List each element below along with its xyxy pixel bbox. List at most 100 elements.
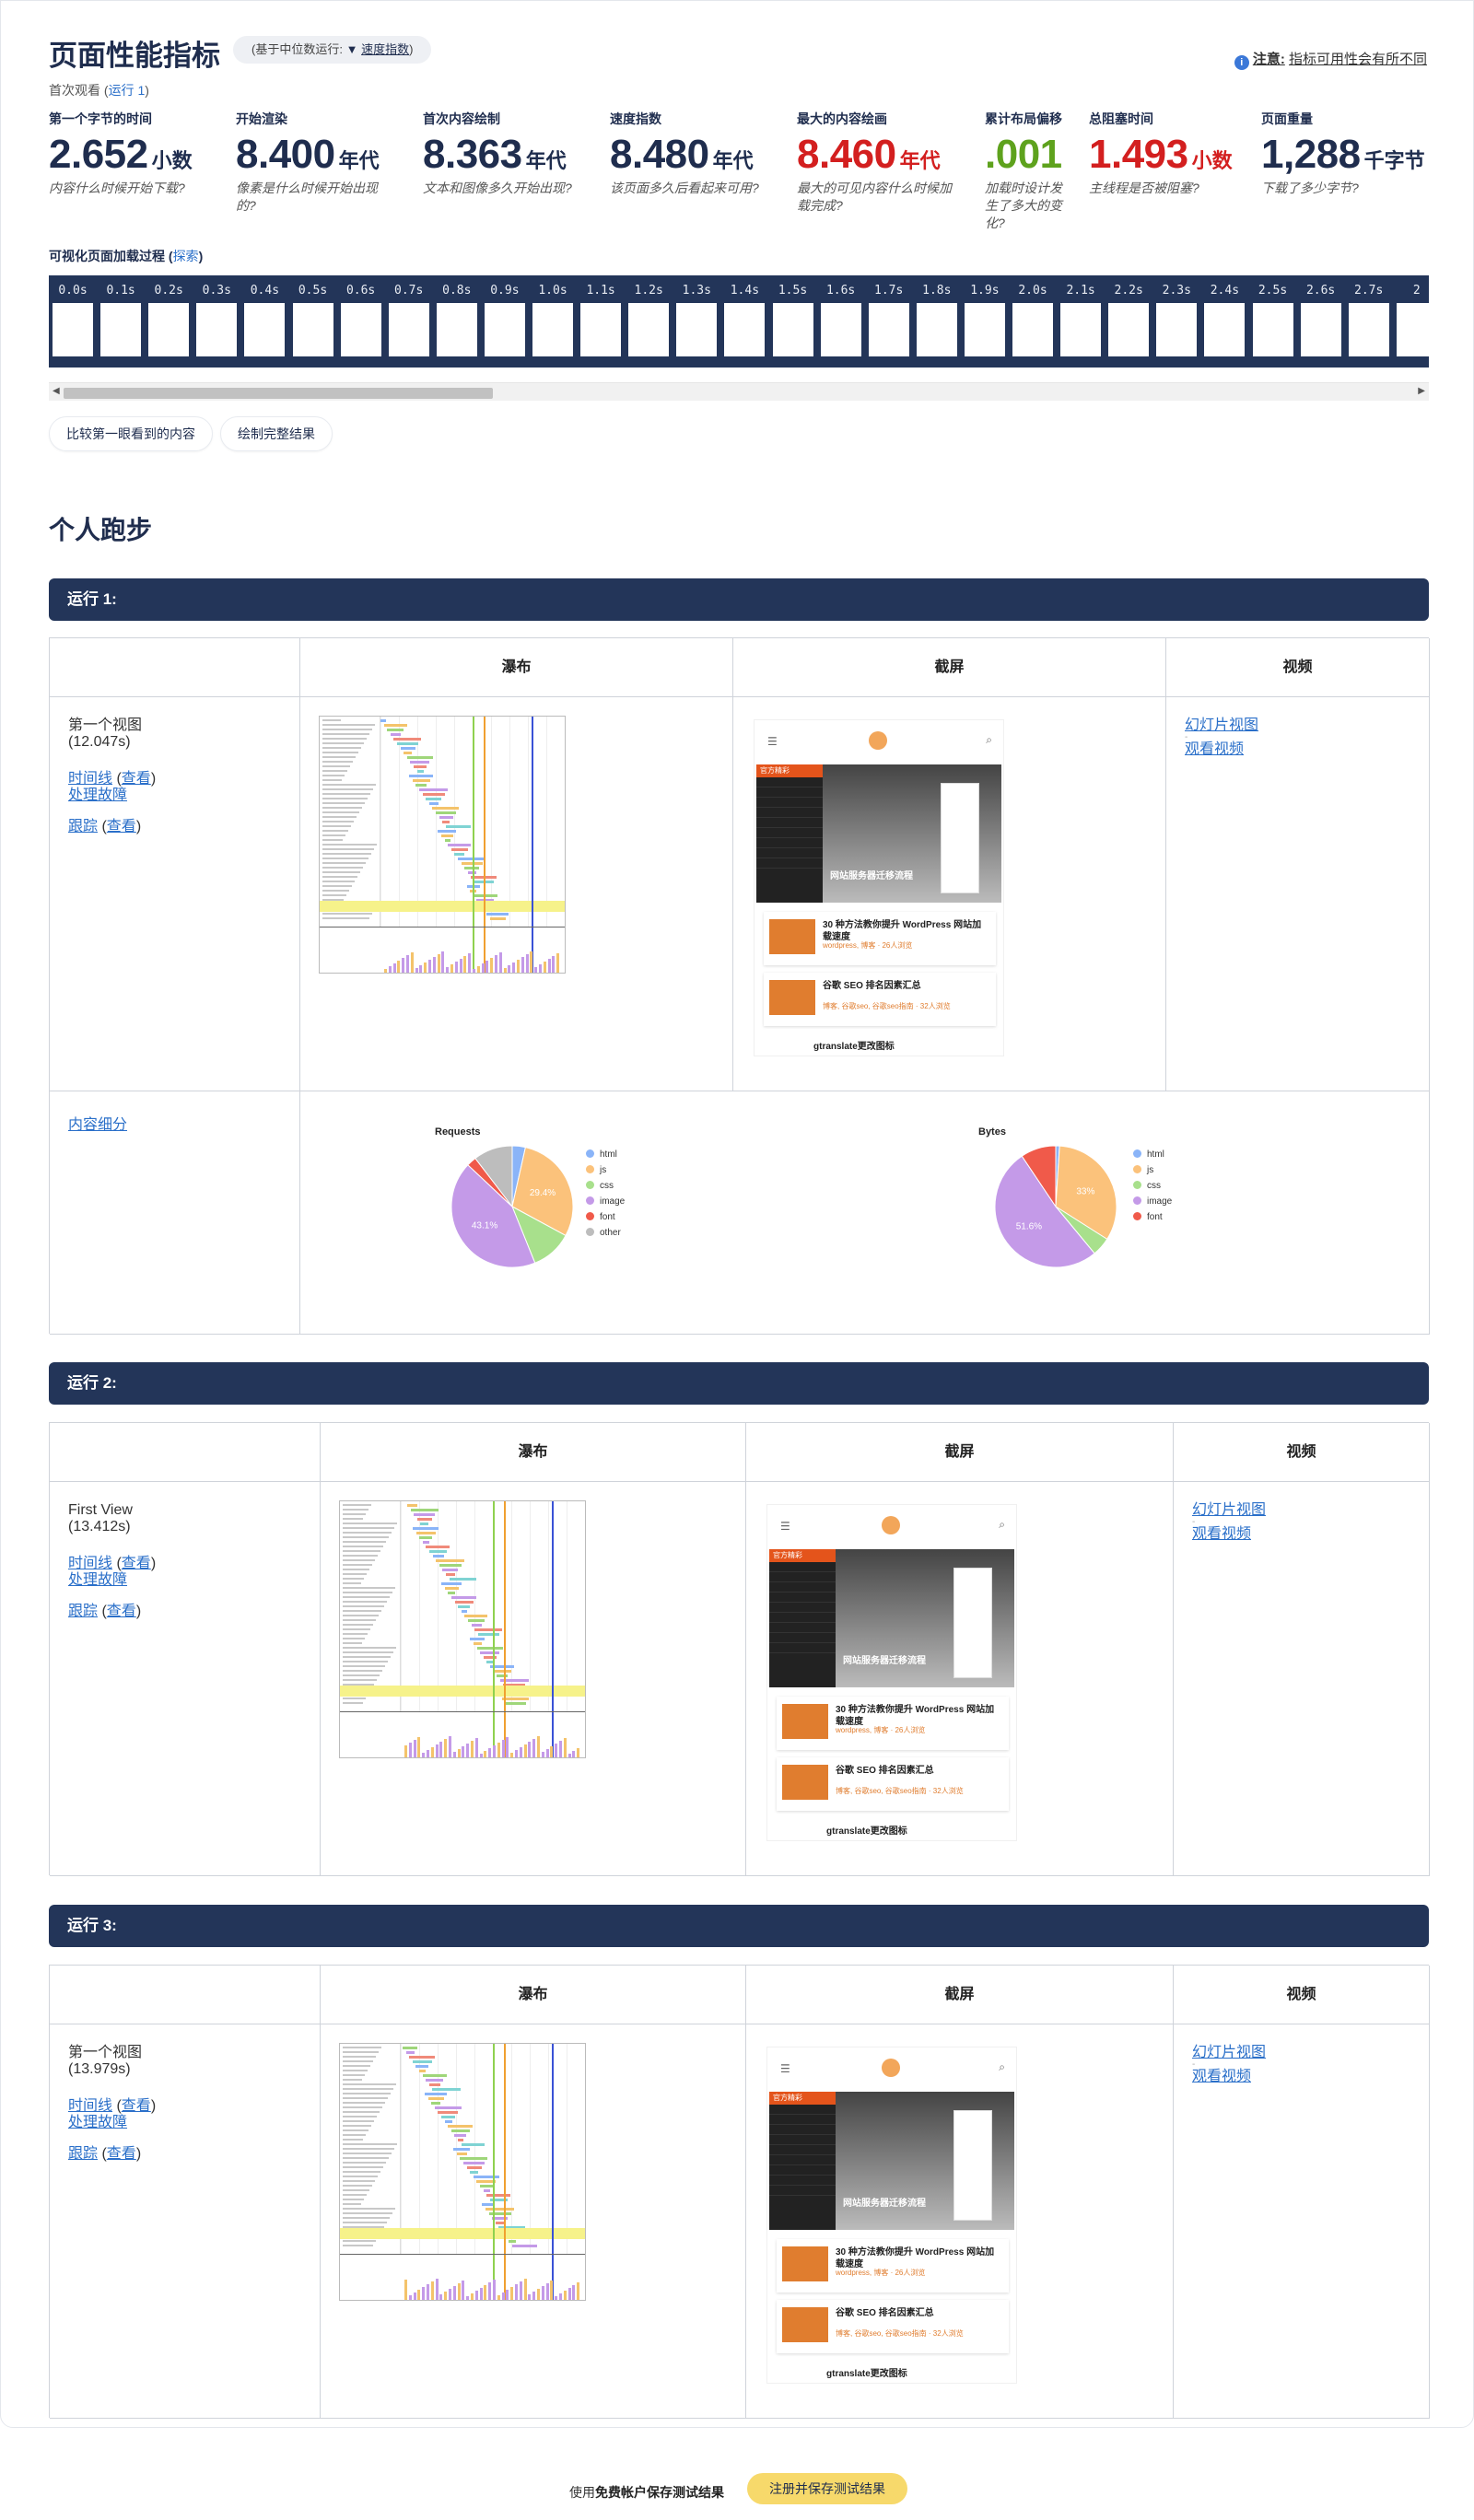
frame-time: 1.0s	[538, 284, 567, 298]
filmstrip-frame[interactable]: 1.8s	[913, 275, 961, 368]
troubleshoot-link[interactable]: 处理故障	[68, 1572, 127, 1588]
frame-time: 2.5s	[1258, 284, 1288, 298]
trace-link[interactable]: 跟踪	[68, 2146, 98, 2162]
filmstrip-frame[interactable]: 0.0s	[49, 275, 97, 368]
trace-view-link[interactable]: 查看	[107, 1604, 136, 1619]
waterfall-thumbnail[interactable]	[319, 716, 566, 974]
post-meta: 博客, 谷歌seo, 谷歌seo指南 · 32人浏览	[823, 1002, 951, 1010]
filmstrip-frame[interactable]: 1.6s	[817, 275, 865, 368]
post-card: 谷歌 SEO 排名因素汇总 博客, 谷歌seo, 谷歌seo指南 · 32人浏览	[777, 1757, 1009, 1811]
troubleshoot-link[interactable]: 处理故障	[68, 788, 127, 803]
filmstrip-frame[interactable]: 1.2s	[625, 275, 673, 368]
filmstrip-frame[interactable]: 1.0s	[529, 275, 577, 368]
request-name	[322, 848, 374, 850]
waterfall-thumbnail[interactable]	[339, 2043, 586, 2301]
watch-video-link[interactable]: 观看视频	[1185, 741, 1429, 758]
filmstrip-frame[interactable]: 1.4s	[720, 275, 768, 368]
request-bar	[448, 1592, 456, 1594]
filmstrip-frame[interactable]: 2.4s	[1200, 275, 1248, 368]
filmstrip-view-link[interactable]: 幻灯片视图	[1192, 1502, 1429, 1519]
graph-bar	[498, 952, 502, 973]
filmstrip-frame[interactable]: 0.8s	[433, 275, 481, 368]
filmstrip-view-link[interactable]: 幻灯片视图	[1192, 2045, 1429, 2061]
filmstrip-frame[interactable]: 1.1s	[577, 275, 625, 368]
paren: )	[150, 1556, 157, 1571]
filmstrip-frame[interactable]: 2	[1393, 275, 1429, 368]
timeline-view-link[interactable]: 查看	[122, 1556, 151, 1571]
grid-line	[401, 1501, 402, 1711]
grid-line	[530, 2044, 531, 2254]
filmstrip-frame[interactable]: 2.2s	[1105, 275, 1152, 368]
filmstrip-frame[interactable]: 2.3s	[1152, 275, 1200, 368]
legend-label: font	[600, 1212, 615, 1222]
filmstrip-frame[interactable]: 0.2s	[145, 275, 193, 368]
filmstrip-view-link[interactable]: 幻灯片视图	[1185, 718, 1429, 734]
trace-view-link[interactable]: 查看	[107, 819, 136, 834]
scrollbar-thumb[interactable]	[64, 388, 493, 399]
filmstrip-frame[interactable]: 1.9s	[961, 275, 1009, 368]
page-screenshot[interactable]: ☰ ⌕ 官方精彩 网站服务器迁移流程 30 种方法教你提升 WordPress 网站加载…	[766, 2047, 1017, 2384]
filmstrip-frame[interactable]: 2.0s	[1009, 275, 1057, 368]
trace-link[interactable]: 跟踪	[68, 1604, 98, 1619]
frame-time: 2.2s	[1114, 284, 1143, 298]
first-view-run-link[interactable]: 运行 1	[109, 83, 146, 98]
median-run-selector[interactable]: (基于中位数运行: ▼ 速度指数)	[233, 36, 432, 64]
content-breakdown-link[interactable]: 内容细分	[68, 1117, 127, 1133]
frame-thumbnail	[388, 303, 429, 356]
filmstrip-frame[interactable]: 0.5s	[289, 275, 337, 368]
trace-link[interactable]: 跟踪	[68, 819, 98, 834]
median-metric-select[interactable]: ▼ 速度指数	[346, 42, 410, 56]
filmstrip-frame[interactable]: 0.7s	[385, 275, 433, 368]
filmstrip-frame[interactable]: 1.5s	[769, 275, 817, 368]
page-screenshot[interactable]: ☰ ⌕ 官方精彩 网站服务器迁移流程 30 种方法教你提升 WordPress 网站加载…	[754, 719, 1004, 1056]
request-name	[343, 1569, 369, 1570]
filmstrip-scrollbar[interactable]: ◀ ▶	[49, 382, 1429, 401]
signup-save-button[interactable]: 注册并保存测试结果	[747, 2473, 907, 2504]
plot-full-results-button[interactable]: 绘制完整结果	[220, 416, 333, 451]
scroll-left-icon[interactable]: ◀	[53, 386, 60, 396]
filmstrip-frame[interactable]: 0.4s	[240, 275, 288, 368]
filmstrip-frame[interactable]: 0.1s	[97, 275, 145, 368]
watch-video-link[interactable]: 观看视频	[1192, 2069, 1429, 2085]
request-name	[322, 839, 343, 841]
metric-unit: 小数	[151, 149, 193, 172]
timeline-link[interactable]: 时间线	[68, 771, 112, 787]
pie-data-label: 43.1%	[472, 1220, 497, 1231]
timeline-view-link[interactable]: 查看	[122, 771, 151, 787]
filmstrip-frame[interactable]: 0.3s	[193, 275, 240, 368]
timeline-link[interactable]: 时间线	[68, 2098, 112, 2114]
filmstrip-frame[interactable]: 1.7s	[865, 275, 913, 368]
filmstrip[interactable]: 0.0s 0.1s 0.2s 0.3s 0.4s 0.5s 0.6s 0.7s 0.8s 0.9s…	[49, 275, 1429, 368]
filmstrip-frame[interactable]: 2.6s	[1297, 275, 1345, 368]
troubleshoot-link[interactable]: 处理故障	[68, 2115, 127, 2130]
request-bar	[383, 724, 407, 727]
grid-line	[509, 717, 510, 927]
filmstrip-frame[interactable]: 0.6s	[337, 275, 385, 368]
post-title: gtranslate更改图标	[826, 1826, 907, 1837]
request-bar	[415, 2065, 429, 2068]
request-bar	[482, 2203, 494, 2206]
compare-first-view-button[interactable]: 比较第一眼看到的内容	[49, 416, 213, 451]
timeline-view-link[interactable]: 查看	[122, 2098, 151, 2114]
request-bar	[420, 1522, 429, 1525]
watch-video-link[interactable]: 观看视频	[1192, 1526, 1429, 1543]
notice-text[interactable]: 指标可用性会有所不同	[1289, 52, 1427, 67]
frame-time: 1.3s	[682, 284, 711, 298]
filmstrip-frame[interactable]: 2.5s	[1249, 275, 1297, 368]
waterfall-thumbnail[interactable]	[339, 1500, 586, 1758]
frame-thumbnail	[53, 303, 93, 356]
page-screenshot[interactable]: ☰ ⌕ 官方精彩 网站服务器迁移流程 30 种方法教你提升 WordPress 网站加载…	[766, 1504, 1017, 1841]
timeline-link[interactable]: 时间线	[68, 1556, 112, 1571]
request-bar	[454, 2134, 467, 2137]
request-name	[343, 2102, 385, 2104]
trace-view-link[interactable]: 查看	[107, 2146, 136, 2162]
filmstrip-frame[interactable]: 2.7s	[1345, 275, 1393, 368]
metric-label: 第一个字节的时间	[49, 111, 152, 126]
filmstrip-frame[interactable]: 1.3s	[673, 275, 720, 368]
filmstrip-frame[interactable]: 2.1s	[1057, 275, 1105, 368]
scroll-right-icon[interactable]: ▶	[1418, 386, 1425, 396]
filmstrip-frame[interactable]: 0.9s	[481, 275, 529, 368]
request-name	[343, 1532, 392, 1534]
explore-link[interactable]: 探索	[173, 249, 199, 263]
header-screenshot: 截屏	[746, 1966, 1174, 2024]
